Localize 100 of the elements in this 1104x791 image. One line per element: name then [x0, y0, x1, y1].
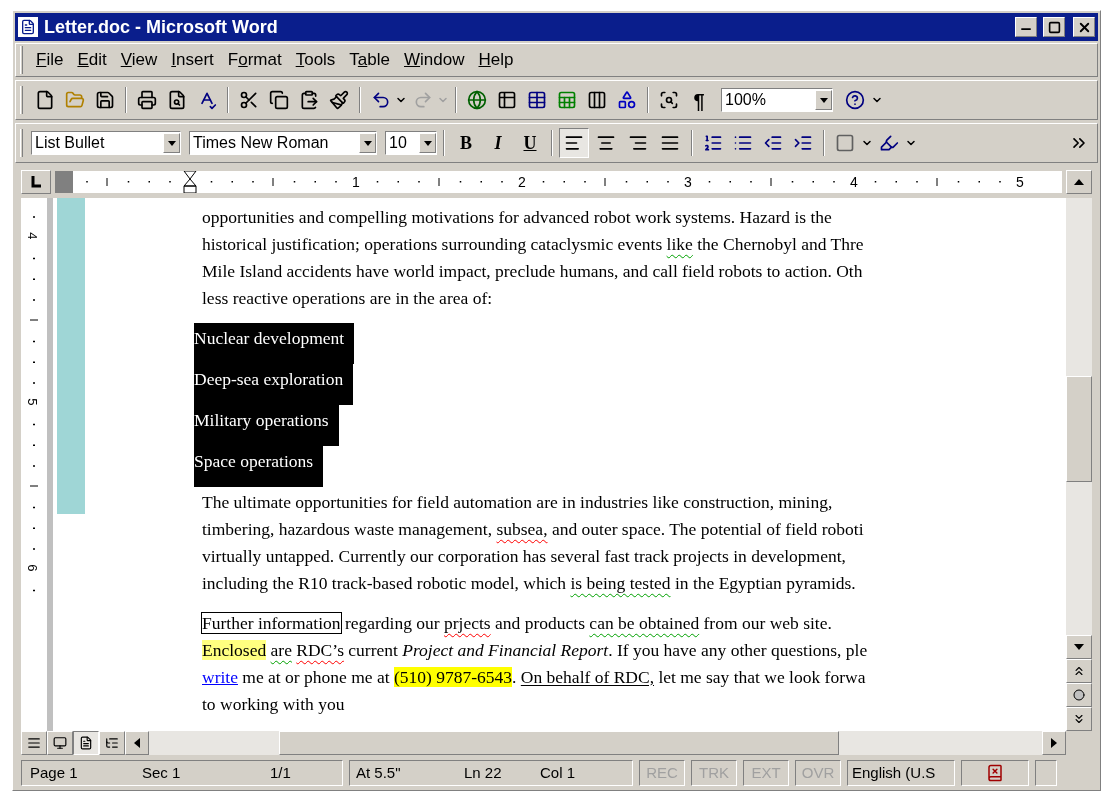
- maximize-icon: [1047, 20, 1061, 34]
- dropdown-arrow-icon[interactable]: [423, 140, 432, 146]
- justify-icon: [660, 133, 680, 153]
- paste-icon[interactable]: [299, 90, 319, 110]
- text-line: to working with you: [202, 693, 345, 716]
- list-item[interactable]: Space operations: [194, 446, 324, 487]
- dropdown-arrow-icon[interactable]: [167, 140, 176, 146]
- cut-icon[interactable]: [239, 90, 259, 110]
- list-item[interactable]: Nuclear development: [194, 323, 355, 364]
- align-right-icon: [628, 133, 648, 153]
- document-icon: [20, 19, 36, 35]
- circle-icon: [1073, 689, 1085, 701]
- list-item[interactable]: Military operations: [194, 405, 339, 446]
- page-number: Page 1: [30, 762, 79, 783]
- outline-view-icon: [105, 736, 119, 750]
- text-line: opportunities and compelling motivations for advanced robot work systems. Hazard is the: [202, 206, 832, 229]
- text-line: Mile Island accidents have world impact, preclude humans, and call field robots to action. Oth: [202, 260, 863, 283]
- vertical-scrollbar[interactable]: [1066, 198, 1092, 731]
- close-button[interactable]: [1073, 17, 1095, 37]
- text-line: virtually untapped. Currently our corporation has several fast track projects in development,: [202, 545, 846, 568]
- tab-stop-icon: [31, 176, 41, 188]
- text-line: write me at or phone me at (510) 9787-6543. On behalf of RDC, let me say that we look forwa: [202, 666, 866, 689]
- page-view-button[interactable]: [73, 731, 99, 755]
- text-line: historical justification; operations surrounding cataclysmic events like the Chernobyl and Thre: [202, 233, 864, 256]
- undo-icon[interactable]: [371, 90, 391, 110]
- maximize-button[interactable]: [1043, 17, 1065, 37]
- normal-view-button[interactable]: [21, 731, 47, 755]
- underline-button[interactable]: U: [515, 129, 545, 157]
- list-item[interactable]: Deep-sea exploration: [194, 364, 354, 405]
- insert-table-icon[interactable]: [527, 90, 547, 110]
- position-at: At 5.5": [356, 762, 402, 783]
- bulleted-list-icon[interactable]: [733, 133, 753, 153]
- web-view-icon: [53, 736, 67, 750]
- horizontal-scrollbar[interactable]: [125, 731, 1066, 755]
- decrease-indent-icon[interactable]: [763, 133, 783, 153]
- web-view-button[interactable]: [47, 731, 73, 755]
- increase-indent-icon[interactable]: [793, 133, 813, 153]
- line-number: Ln 22: [464, 762, 503, 783]
- save-icon[interactable]: [95, 90, 115, 110]
- page-view-icon: [79, 736, 93, 750]
- borders-icon[interactable]: [835, 133, 855, 153]
- align-left-button[interactable]: [559, 128, 589, 158]
- menu-item[interactable]: Insert: [164, 47, 221, 73]
- email-link[interactable]: write: [202, 667, 238, 687]
- scroll-up-button[interactable]: [1066, 170, 1092, 194]
- menu-item[interactable]: Help: [471, 47, 521, 73]
- text-line: Enclosed are RDC’s current Project and Financial Report. If you have any other questions, ple: [202, 639, 868, 662]
- scroll-thumb[interactable]: [279, 731, 839, 755]
- dropdown-arrow-icon[interactable]: [819, 97, 828, 103]
- font-dropdown[interactable]: Times New Roman: [189, 131, 377, 155]
- bold-button[interactable]: B: [451, 129, 481, 157]
- language-indicator: English (U.S: [847, 760, 955, 786]
- normal-view-icon: [27, 736, 41, 750]
- window-title: Letter.doc - Microsoft Word: [44, 15, 279, 39]
- scroll-left-button[interactable]: [125, 731, 149, 755]
- tab-selector[interactable]: [21, 170, 51, 194]
- zoom-dropdown[interactable]: 100%: [721, 88, 833, 112]
- section-number: Sec 1: [142, 762, 182, 783]
- new-document-icon[interactable]: [35, 90, 55, 110]
- highlighter-icon[interactable]: [879, 133, 899, 153]
- drawing-icon[interactable]: [617, 90, 637, 110]
- print-preview-icon[interactable]: [167, 90, 187, 110]
- down-arrow-icon[interactable]: [1074, 644, 1084, 650]
- scroll-right-button[interactable]: [1042, 731, 1066, 755]
- next-page-button[interactable]: [1066, 707, 1092, 731]
- columns-icon[interactable]: [587, 90, 607, 110]
- previous-page-button[interactable]: [1066, 659, 1092, 683]
- globe-icon[interactable]: [467, 90, 487, 110]
- spelling-status-icon[interactable]: [986, 764, 1004, 782]
- up-arrow-icon[interactable]: [1074, 179, 1084, 185]
- print-icon[interactable]: [137, 90, 157, 110]
- italic-button[interactable]: I: [483, 129, 513, 157]
- format-painter-icon[interactable]: [329, 90, 349, 110]
- help-icon[interactable]: [845, 90, 865, 110]
- dropdown-arrow-icon[interactable]: [363, 140, 372, 146]
- show-hide-button[interactable]: ¶: [685, 86, 713, 114]
- minimize-button[interactable]: [1015, 17, 1037, 37]
- menu-item[interactable]: View: [113, 47, 165, 73]
- numbered-list-icon[interactable]: [703, 133, 723, 153]
- menu-item[interactable]: Format: [220, 47, 289, 73]
- text-line: including the R10 track-based robotic model, which is being tested in the Egyptian pyramids.: [202, 572, 856, 595]
- menu-item[interactable]: Window: [397, 47, 472, 73]
- spreadsheet-icon[interactable]: [557, 90, 577, 110]
- right-arrow-icon[interactable]: [1051, 738, 1057, 748]
- double-up-arrow-icon: [1072, 664, 1086, 678]
- menu-item[interactable]: Tools: [288, 47, 343, 73]
- text-line: timbering, hazardous waste management, subsea, and outer space. The potential of field roboti: [202, 518, 864, 541]
- menu-item[interactable]: Edit: [70, 47, 114, 73]
- copy-icon[interactable]: [269, 90, 289, 110]
- font-size-dropdown[interactable]: 10: [385, 131, 437, 155]
- outline-view-button[interactable]: [99, 731, 125, 755]
- text-line: less reactive operations are in the area of:: [202, 287, 493, 310]
- menu-item[interactable]: File: [29, 47, 71, 73]
- left-arrow-icon[interactable]: [134, 738, 140, 748]
- scroll-thumb[interactable]: [1066, 376, 1092, 482]
- style-dropdown[interactable]: List Bullet: [31, 131, 181, 155]
- menu-item[interactable]: Table: [342, 47, 397, 73]
- indent-marker-icon[interactable]: [183, 171, 197, 193]
- scroll-down-button[interactable]: [1066, 635, 1092, 659]
- browse-object-button[interactable]: [1066, 683, 1092, 707]
